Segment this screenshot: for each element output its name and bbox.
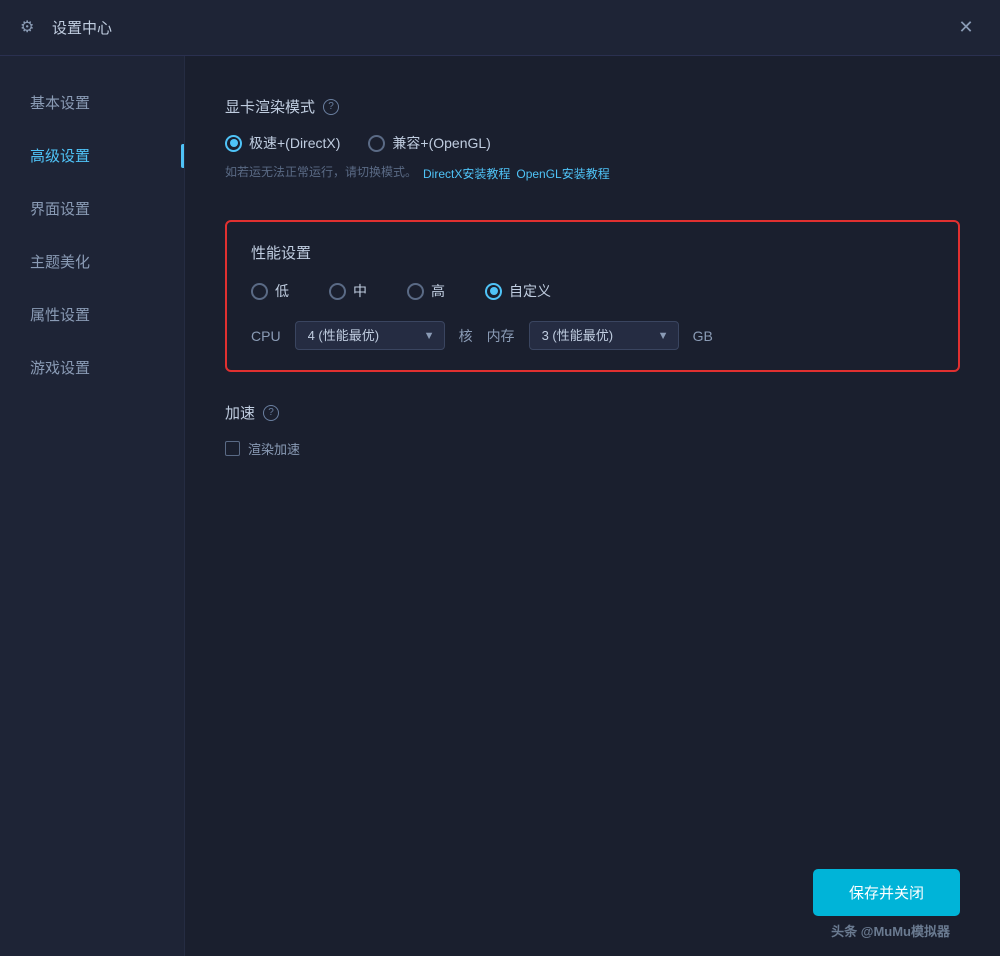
mem-select[interactable]: 3 (性能最优) 1 2 4 [529,321,679,350]
radio-custom-inner [490,287,498,295]
radio-low-outer [251,283,268,300]
perf-radio-group: 低 中 高 自定义 [251,281,934,301]
gpu-help-icon[interactable]: ? [323,99,339,115]
sidebar-item-basic[interactable]: 基本设置 [0,76,184,129]
perf-option-mid[interactable]: 中 [329,281,367,301]
gpu-option-directx[interactable]: 极速+(DirectX) [225,133,340,153]
cpu-label: CPU [251,328,281,344]
sidebar-item-ui[interactable]: 界面设置 [0,182,184,235]
content-area: 显卡渲染模式 ? 极速+(DirectX) 兼容+(OpenGL) 如若运无法正… [185,56,1000,956]
perf-title: 性能设置 [251,242,934,263]
radio-custom-outer [485,283,502,300]
accel-help-icon[interactable]: ? [263,405,279,421]
gpu-section: 显卡渲染模式 ? 极速+(DirectX) 兼容+(OpenGL) 如若运无法正… [225,96,960,184]
accel-checkbox-text: 渲染加速 [248,439,300,458]
cpu-unit-label: 核 [459,326,473,346]
watermark-text: 头条 @MuMu模拟器 [831,921,950,940]
perf-option-low[interactable]: 低 [251,281,289,301]
main-layout: 基本设置 高级设置 界面设置 主题美化 属性设置 游戏设置 显卡渲染模式 ? [0,56,1000,956]
settings-icon: ⚙ [20,17,42,39]
accel-title: 加速 ? [225,402,960,423]
mem-unit-label: GB [693,328,713,344]
sidebar-item-advanced[interactable]: 高级设置 [0,129,184,182]
save-button-area: 保存并关闭 [813,869,960,916]
gpu-radio-group: 极速+(DirectX) 兼容+(OpenGL) [225,133,960,153]
radio-mid-outer [329,283,346,300]
accel-section: 加速 ? 渲染加速 [225,402,960,458]
cpu-select-wrapper: 4 (性能最优) 1 2 3 ▼ [295,321,445,350]
accel-checkbox[interactable] [225,441,240,456]
sidebar-item-theme[interactable]: 主题美化 [0,235,184,288]
radio-directx-outer [225,135,242,152]
cpu-select[interactable]: 4 (性能最优) 1 2 3 [295,321,445,350]
watermark: 头条 @MuMu模拟器 [831,921,950,940]
perf-option-custom[interactable]: 自定义 [485,281,551,301]
title-bar: ⚙ 设置中心 ✕ [0,0,1000,56]
perf-controls: CPU 4 (性能最优) 1 2 3 ▼ 核 内存 3 (性能最优) 1 [251,321,934,350]
gpu-section-title: 显卡渲染模式 ? [225,96,960,117]
gpu-option-opengl[interactable]: 兼容+(OpenGL) [368,133,490,153]
perf-option-high[interactable]: 高 [407,281,445,301]
sidebar-item-props[interactable]: 属性设置 [0,288,184,341]
gpu-info-text: 如若运无法正常运行，请切换模式。 [225,163,417,180]
sidebar: 基本设置 高级设置 界面设置 主题美化 属性设置 游戏设置 [0,56,185,956]
save-button[interactable]: 保存并关闭 [813,869,960,916]
gpu-info-line: 如若运无法正常运行，请切换模式。 DirectX安装教程 OpenGL安装教程 [225,163,960,184]
radio-directx-inner [230,139,238,147]
window-title: 设置中心 [52,17,112,38]
directx-tutorial-link[interactable]: DirectX安装教程 [423,165,510,182]
close-button[interactable]: ✕ [952,14,980,42]
radio-opengl-outer [368,135,385,152]
mem-select-wrapper: 3 (性能最优) 1 2 4 ▼ [529,321,679,350]
mem-label: 内存 [487,326,515,346]
accel-checkbox-label[interactable]: 渲染加速 [225,439,960,458]
opengl-tutorial-link[interactable]: OpenGL安装教程 [516,165,609,182]
title-left: ⚙ 设置中心 [20,17,112,39]
performance-box: 性能设置 低 中 高 自定义 [225,220,960,372]
sidebar-item-games[interactable]: 游戏设置 [0,341,184,394]
radio-high-outer [407,283,424,300]
